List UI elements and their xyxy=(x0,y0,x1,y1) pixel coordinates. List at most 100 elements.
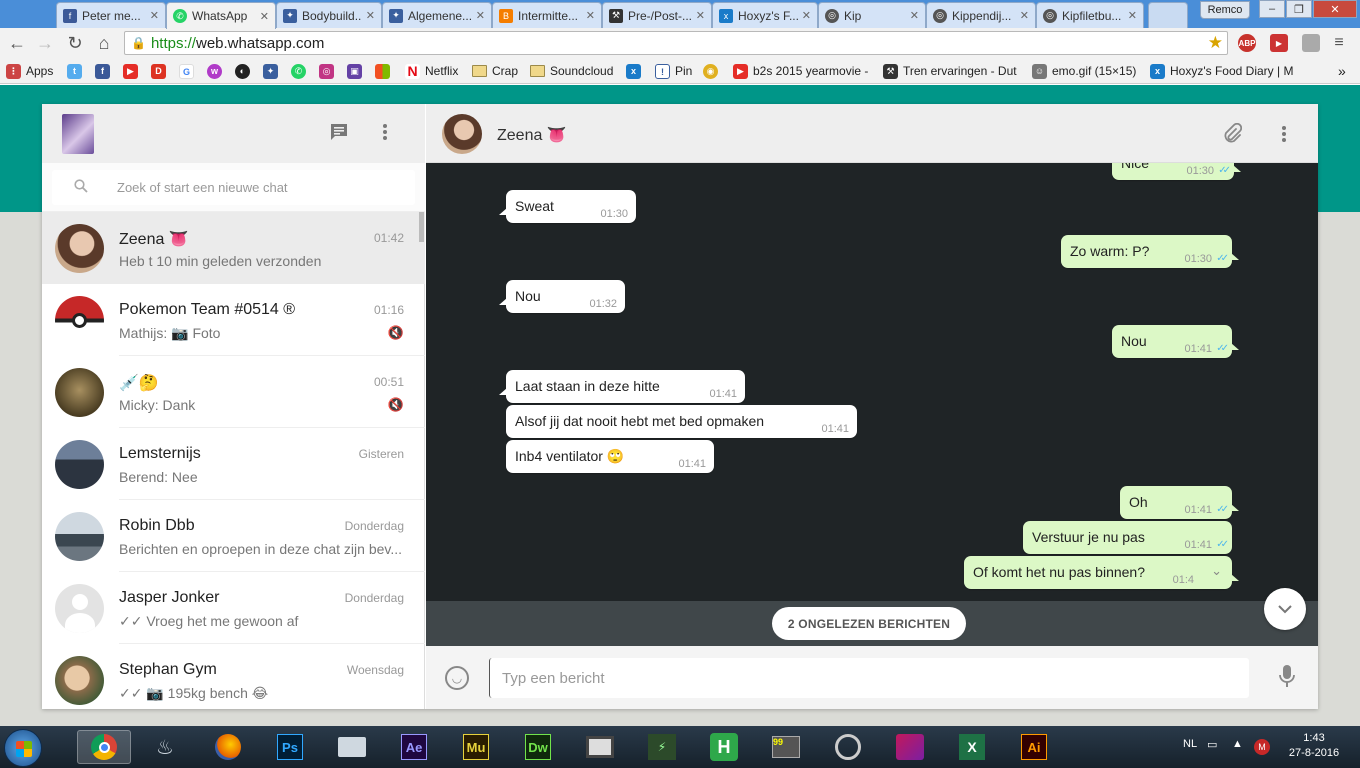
message-outgoing[interactable]: Oh 01:41 ✓✓ xyxy=(1120,486,1239,519)
bookmark-facebook[interactable]: f xyxy=(95,62,115,80)
taskbar-aftereffects[interactable]: Ae xyxy=(397,730,431,764)
chat-list-item[interactable]: Stephan Gym Woensdag ✓✓ 📷 195kg bench 😂 xyxy=(42,644,425,709)
menu-dots-icon[interactable] xyxy=(382,122,388,148)
bookmark-site[interactable]: x xyxy=(626,62,646,80)
bookmark-microsoft[interactable] xyxy=(375,62,395,80)
address-bar[interactable]: 🔒 https://web.whatsapp.com ★ xyxy=(124,31,1228,55)
language-indicator[interactable]: NL xyxy=(1183,738,1197,750)
browser-tab[interactable]: ◎ Kip ✕ xyxy=(818,2,926,28)
message-incoming[interactable]: Laat staan in deze hitte 01:41 xyxy=(499,370,745,403)
bookmark-twitter[interactable]: t xyxy=(67,62,87,80)
message-incoming[interactable]: Alsof jij dat nooit hebt met bed opmaken… xyxy=(506,405,857,438)
chat-list-item[interactable]: Pokemon Team #0514 ® 01:16 Mathijs: 📷 Fo… xyxy=(42,284,425,356)
contact-avatar[interactable] xyxy=(442,114,482,154)
browser-tab[interactable]: B Intermitte... ✕ xyxy=(492,2,602,28)
bookmark-netflix[interactable]: N Netflix xyxy=(405,62,458,80)
bookmark-star-icon[interactable]: ★ xyxy=(1208,33,1223,53)
close-tab-icon[interactable]: ✕ xyxy=(476,9,485,22)
bookmark-yearmovie[interactable]: ▶ b2s 2015 yearmovie - xyxy=(733,62,868,80)
taskbar-muse[interactable]: Mu xyxy=(459,730,493,764)
taskbar-photoshop[interactable]: Ps xyxy=(273,730,307,764)
taskbar-app[interactable] xyxy=(831,730,865,764)
close-tab-icon[interactable]: ✕ xyxy=(260,10,269,23)
browser-tab[interactable]: ◎ Kippendij... ✕ xyxy=(926,2,1036,28)
bookmark-google[interactable]: G xyxy=(179,62,199,80)
home-icon[interactable]: ⌂ xyxy=(93,33,115,54)
minimize-button[interactable]: – xyxy=(1259,0,1285,18)
browser-tab[interactable]: f Peter me... ✕ xyxy=(56,2,166,28)
bookmark-food-diary[interactable]: x Hoxyz's Food Diary | M xyxy=(1150,62,1293,80)
browser-tab[interactable]: ✦ Algemene... ✕ xyxy=(382,2,492,28)
menu-icon[interactable]: ≡ xyxy=(1330,34,1348,52)
my-avatar[interactable] xyxy=(62,114,94,154)
scroll-down-button[interactable] xyxy=(1264,588,1306,630)
close-tab-icon[interactable]: ✕ xyxy=(150,9,159,22)
taskbar-chrome[interactable] xyxy=(77,730,131,764)
chat-list-item[interactable]: Robin Dbb Donderdag Berichten en oproepe… xyxy=(42,500,425,572)
message-list[interactable]: Nice 01:30 ✓✓ Sweat 01:30 Zo warm: P? 01:30 ✓… xyxy=(426,163,1318,601)
search-input[interactable] xyxy=(117,180,397,195)
attach-icon[interactable] xyxy=(1222,122,1243,150)
bookmark-site[interactable]: ◉ xyxy=(703,62,723,80)
extension-icon[interactable]: ▶ xyxy=(1270,34,1288,52)
menu-dots-icon[interactable] xyxy=(1281,124,1287,149)
new-chat-icon[interactable] xyxy=(329,122,349,148)
maximize-button[interactable]: ❐ xyxy=(1286,0,1312,18)
browser-tab-active[interactable]: ✆ WhatsApp ✕ xyxy=(166,2,276,29)
browser-tab[interactable]: x Hoxyz's F... ✕ xyxy=(712,2,818,28)
reload-icon[interactable]: ↻ xyxy=(64,33,86,54)
bookmark-twitch[interactable]: ▣ xyxy=(347,62,367,80)
start-button[interactable] xyxy=(4,729,42,767)
taskbar-dreamweaver[interactable]: Dw xyxy=(521,730,555,764)
taskbar-app[interactable]: 99 xyxy=(769,730,803,764)
close-tab-icon[interactable]: ✕ xyxy=(1020,9,1029,22)
bookmark-folder-soundcloud[interactable]: Soundcloud xyxy=(530,62,613,80)
close-tab-icon[interactable]: ✕ xyxy=(366,9,375,22)
taskbar-excel[interactable]: X xyxy=(955,730,989,764)
browser-tab[interactable]: ◎ Kipfiletbu... ✕ xyxy=(1036,2,1144,28)
message-incoming[interactable]: Inb4 ventilator 🙄 01:41 xyxy=(506,440,714,473)
chat-list-item[interactable]: Lemsternijs Gisteren Berend: Nee xyxy=(42,428,425,500)
profile-button[interactable]: Remco xyxy=(1200,1,1250,19)
microphone-icon[interactable] xyxy=(1279,664,1295,694)
message-input[interactable]: Typ een bericht xyxy=(489,658,1249,698)
forward-icon[interactable]: → xyxy=(34,33,56,54)
bookmark-site[interactable]: w xyxy=(207,62,227,80)
taskbar-app[interactable] xyxy=(893,730,927,764)
unread-messages-button[interactable]: 2 ONGELEZEN BERICHTEN xyxy=(772,607,966,640)
bookmark-instagram[interactable]: ◎ xyxy=(319,62,339,80)
bookmark-emo[interactable]: ☺ emo.gif (15×15) xyxy=(1032,62,1136,80)
message-outgoing[interactable]: Zo warm: P? 01:30 ✓✓ xyxy=(1061,235,1239,268)
new-tab-button[interactable] xyxy=(1148,2,1188,28)
bookmark-pin[interactable]: ! Pin xyxy=(655,62,692,80)
bookmark-whatsapp[interactable]: ✆ xyxy=(291,62,311,80)
browser-tab[interactable]: ⚒ Pre-/Post-... ✕ xyxy=(602,2,712,28)
close-tab-icon[interactable]: ✕ xyxy=(586,9,595,22)
adblock-icon[interactable]: ABP xyxy=(1238,34,1256,52)
taskbar-keyboard[interactable] xyxy=(335,730,369,764)
close-window-button[interactable]: ✕ xyxy=(1313,0,1357,18)
bookmark-folder-crap[interactable]: Crap xyxy=(472,62,518,80)
bookmark-site[interactable]: D xyxy=(151,62,171,80)
bookmark-site[interactable]: ◐ xyxy=(235,62,255,80)
conversation-header[interactable]: Zeena 👅 xyxy=(426,104,1318,163)
taskbar-firefox[interactable] xyxy=(211,730,245,764)
taskbar-app[interactable]: H xyxy=(707,730,741,764)
message-incoming[interactable]: Nou 01:32 xyxy=(499,280,625,313)
taskbar-video[interactable] xyxy=(583,730,617,764)
chat-list-item[interactable]: 💉🤔 00:51 Micky: Dank 🔇 xyxy=(42,356,425,428)
emoji-icon[interactable]: ◡ xyxy=(445,666,469,690)
taskbar-app[interactable]: ⚡ xyxy=(645,730,679,764)
bookmarks-overflow-icon[interactable]: » xyxy=(1338,62,1346,80)
message-incoming[interactable]: Sweat 01:30 xyxy=(499,190,636,223)
message-outgoing[interactable]: Of komt het nu pas binnen? 01:4 ⌄ xyxy=(964,556,1239,589)
bookmark-youtube[interactable]: ▶ xyxy=(123,62,143,80)
tray-icon[interactable]: ▭ xyxy=(1207,738,1217,751)
message-outgoing[interactable]: Nice 01:30 ✓✓ xyxy=(1112,163,1241,180)
system-clock[interactable]: 1:43 27-8-2016 xyxy=(1284,731,1344,761)
tray-expand-icon[interactable]: ▲ xyxy=(1232,738,1243,750)
message-outgoing[interactable]: Nou 01:41 ✓✓ xyxy=(1112,325,1239,358)
extension-icon[interactable] xyxy=(1302,34,1320,52)
chat-list-item[interactable]: Jasper Jonker Donderdag ✓✓ Vroeg het me … xyxy=(42,572,425,644)
message-menu-chevron-icon[interactable]: ⌄ xyxy=(1211,563,1222,579)
